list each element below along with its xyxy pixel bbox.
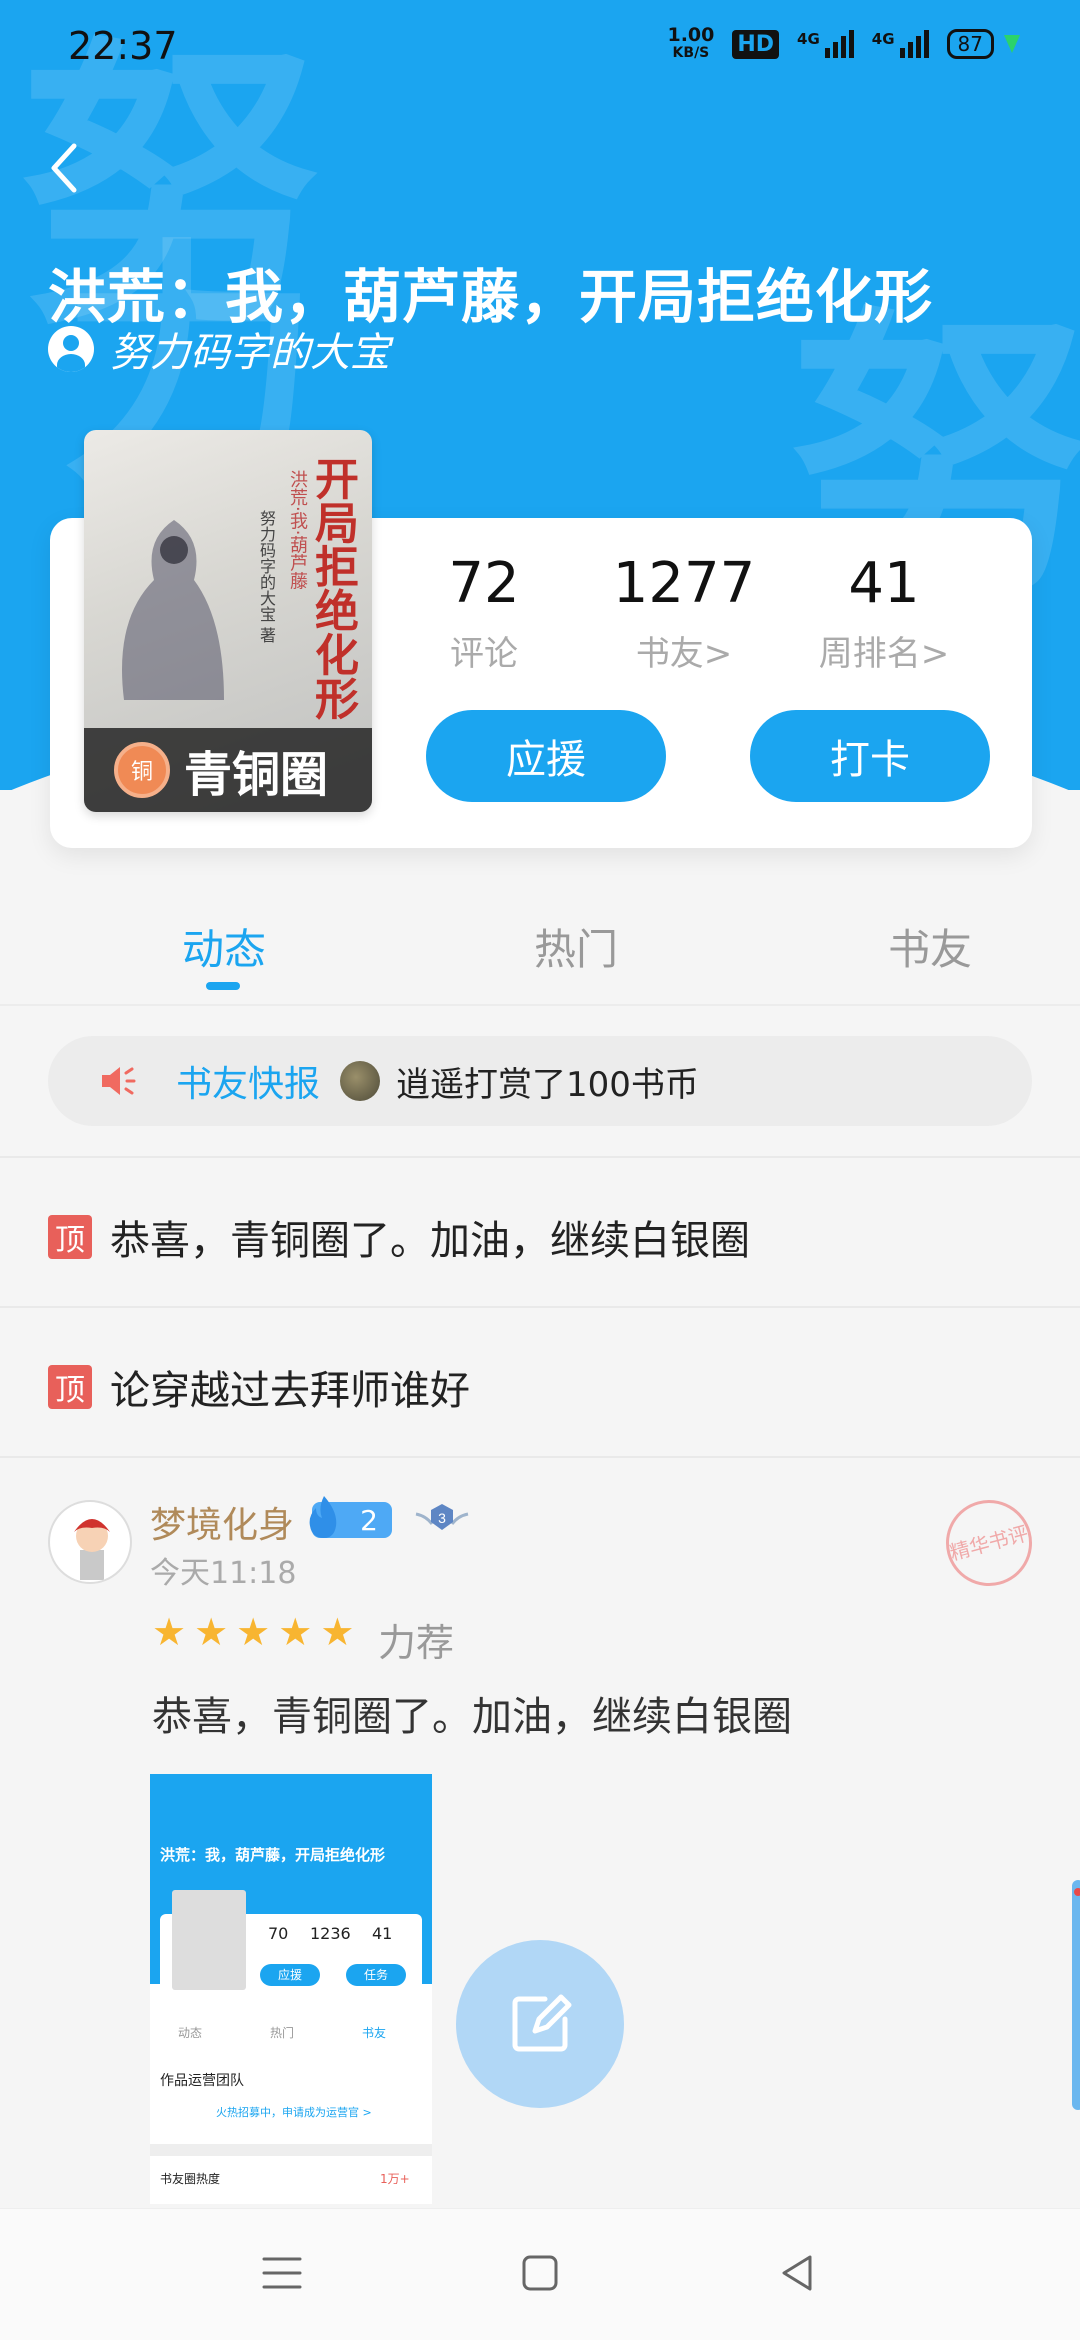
- cover-author: 努力码字的大宝 著: [257, 510, 276, 644]
- avatar[interactable]: [48, 1500, 132, 1584]
- user-avatar: [340, 1061, 381, 1101]
- post-body: 恭喜，青铜圈了。加油，继续白银圈: [152, 1694, 792, 1740]
- menu-icon[interactable]: [258, 2249, 306, 2297]
- stat-label: 周排名>: [818, 634, 950, 674]
- tab-bar: 动态 热门 书友: [0, 900, 1080, 1006]
- notification-dot: [1074, 1888, 1080, 1896]
- support-button[interactable]: 应援: [426, 710, 666, 802]
- post-image[interactable]: 洪荒：我，葫芦藤，开局拒绝化形 70 1236 41 应援 任务 动态 热门 书…: [150, 1774, 432, 2204]
- author-name: 努力码字的大宝: [110, 330, 390, 376]
- stat-value: 41: [848, 551, 920, 616]
- rank-badge-icon: 3: [415, 1504, 469, 1530]
- divider: [0, 1456, 1080, 1458]
- status-time: 22:37: [68, 24, 178, 68]
- hd-icon: HD: [732, 29, 780, 59]
- battery-icon: 87: [946, 29, 994, 59]
- pinned-tag: 顶: [48, 1365, 92, 1409]
- star-icon: ★: [152, 1610, 187, 1654]
- post-username[interactable]: 梦境化身: [150, 1496, 294, 1548]
- thumb-title: 洪荒：我，葫芦藤，开局拒绝化形: [160, 1846, 386, 1864]
- pinned-tag: 顶: [48, 1215, 92, 1259]
- post-time: 今天11:18: [150, 1556, 297, 1591]
- pinned-post[interactable]: 顶 论穿越过去拜师谁好: [48, 1358, 470, 1416]
- stat-label: 书友>: [635, 634, 733, 674]
- compose-button[interactable]: [456, 1940, 624, 2108]
- author-row[interactable]: 努力码字的大宝: [48, 320, 390, 378]
- rating-label: 力荐: [378, 1621, 455, 1665]
- back-triangle-icon[interactable]: [774, 2249, 822, 2297]
- system-nav-bar: [0, 2208, 1080, 2340]
- tab-readers[interactable]: 书友: [888, 916, 972, 977]
- star-icon: ★: [320, 1610, 355, 1654]
- charging-icon: [1004, 35, 1020, 53]
- divider: [0, 1306, 1080, 1308]
- tab-hot[interactable]: 热门: [534, 916, 618, 977]
- stat-value: 72: [448, 551, 520, 616]
- star-icon: ★: [236, 1610, 271, 1654]
- checkin-button[interactable]: 打卡: [750, 710, 990, 802]
- news-label: 书友快报: [176, 1064, 321, 1105]
- home-square-icon[interactable]: [516, 2249, 564, 2297]
- network-speed: 1.00 KB/S: [667, 24, 715, 62]
- news-text: 逍遥打赏了100书币: [396, 1064, 699, 1105]
- tab-indicator: [206, 982, 240, 990]
- flame-icon: [309, 1496, 337, 1538]
- tab-activity[interactable]: 动态: [182, 916, 266, 977]
- rating-stars: ★ ★ ★ ★ ★: [152, 1610, 354, 1654]
- cover-title: 开局拒绝化形: [307, 456, 358, 720]
- bronze-medal-icon: 铜: [114, 742, 170, 798]
- stat-weekly-rank[interactable]: 41 周排名>: [784, 548, 984, 675]
- pinned-title: 论穿越过去拜师谁好: [110, 1368, 470, 1414]
- divider: [0, 1156, 1080, 1158]
- stat-label: 评论: [450, 634, 518, 674]
- status-bar: 22:37 1.00 KB/S HD 4G 4G 87: [0, 0, 1080, 96]
- circle-level-badge: 铜 青铜圈: [84, 728, 372, 812]
- signal-icon: 4G: [872, 30, 929, 58]
- star-icon: ★: [194, 1610, 229, 1654]
- reader-news-bar[interactable]: 书友快报 逍遥打赏了100书币: [48, 1036, 1032, 1126]
- star-icon: ★: [278, 1610, 313, 1654]
- cover-figure-icon: [122, 520, 224, 700]
- side-drawer-handle[interactable]: [1072, 1880, 1080, 2110]
- featured-stamp: 精华书评: [936, 1490, 1042, 1596]
- signal-icon: 4G: [797, 30, 854, 58]
- pinned-title: 恭喜，青铜圈了。加油，继续白银圈: [110, 1218, 750, 1264]
- status-icons: 1.00 KB/S HD 4G 4G 87: [667, 26, 1020, 62]
- stat-readers[interactable]: 1277 书友>: [584, 548, 784, 675]
- author-avatar-icon: [48, 326, 94, 372]
- stat-value: 1277: [612, 551, 756, 616]
- chevron-left-icon[interactable]: [44, 140, 84, 196]
- book-cover[interactable]: 洪荒·我·葫芦藤 努力码字的大宝 著 开局拒绝化形 铜 青铜圈: [84, 430, 372, 812]
- edit-icon: [512, 1994, 572, 2052]
- speaker-icon: [102, 1067, 136, 1095]
- pinned-post[interactable]: 顶 恭喜，青铜圈了。加油，继续白银圈: [48, 1208, 750, 1266]
- svg-text:3: 3: [438, 1510, 446, 1526]
- stat-comments[interactable]: 72 评论: [384, 548, 584, 675]
- badge-label: 青铜圈: [184, 747, 329, 803]
